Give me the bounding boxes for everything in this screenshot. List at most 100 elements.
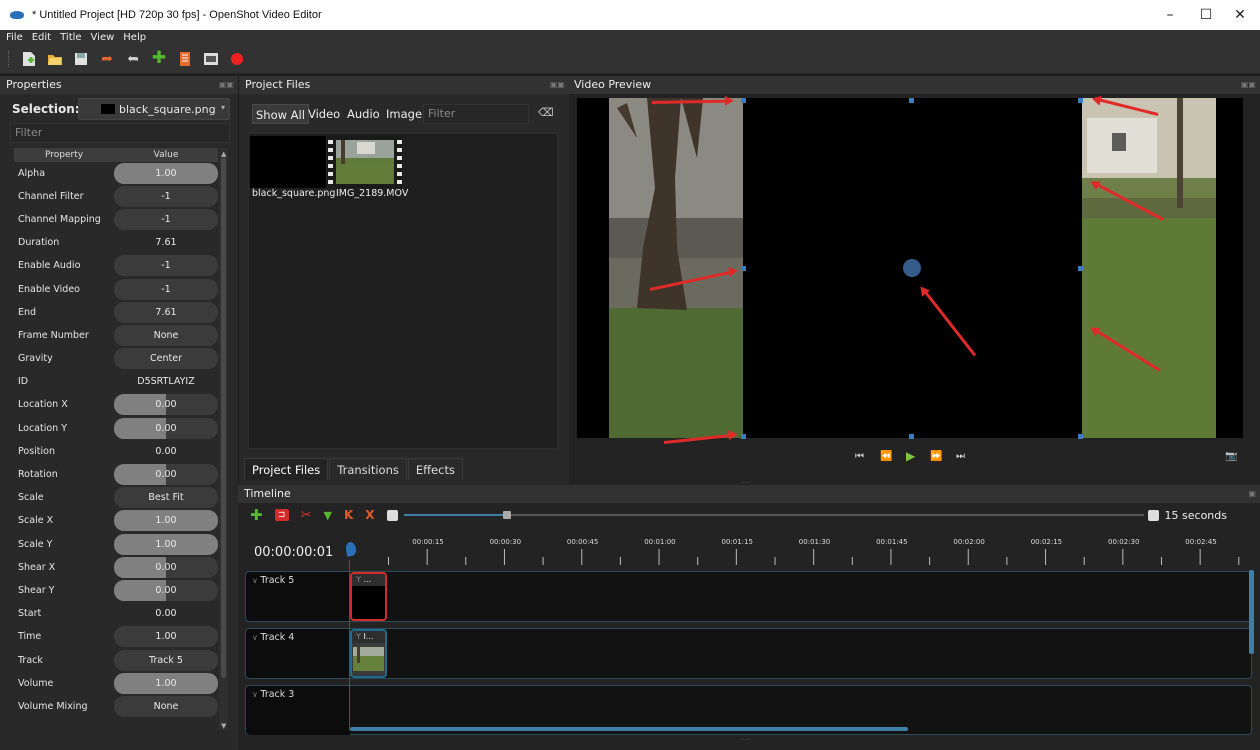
property-row[interactable]: Alpha 1.00 <box>14 162 218 186</box>
transform-handle[interactable] <box>741 434 746 439</box>
new-project-icon[interactable] <box>21 51 37 67</box>
transform-handle[interactable] <box>909 98 914 103</box>
property-value[interactable]: D5SRTLAYIZ <box>114 371 218 392</box>
property-row[interactable]: Location Y 0.00 <box>14 417 218 441</box>
filter-video-button[interactable]: Video <box>308 104 340 124</box>
track-5[interactable]: Track 5 <box>245 571 1252 622</box>
clear-filter-icon[interactable]: ⌫ <box>538 106 554 119</box>
transform-handle[interactable] <box>741 266 746 271</box>
play-icon[interactable]: ▶ <box>906 449 915 463</box>
property-value[interactable]: 1.00 <box>114 626 218 648</box>
tab-transitions[interactable]: Transitions <box>329 458 407 480</box>
redo-icon[interactable]: ➦ <box>125 51 141 67</box>
property-row[interactable]: Shear X 0.00 <box>14 556 218 580</box>
properties-scrollbar[interactable]: ▲ ▼ <box>219 148 228 730</box>
previous-marker-icon[interactable]: K <box>344 508 353 522</box>
property-value[interactable]: 1.00 <box>114 510 218 532</box>
property-value[interactable]: 1.00 <box>114 533 218 555</box>
transform-handle[interactable] <box>1078 266 1083 271</box>
timeline-vertical-scrollbar[interactable] <box>1249 570 1254 654</box>
video-preview-canvas[interactable] <box>577 98 1243 438</box>
jump-start-icon[interactable]: ⏮ <box>855 451 864 462</box>
property-value[interactable]: 0.00 <box>114 579 218 601</box>
property-row[interactable]: Shear Y 0.00 <box>14 579 218 603</box>
profile-icon[interactable] <box>177 51 193 67</box>
property-row[interactable]: Start 0.00 <box>14 603 218 626</box>
transform-handle[interactable] <box>1078 98 1083 103</box>
undo-icon[interactable]: ➦ <box>99 51 115 67</box>
property-value[interactable]: 0.00 <box>114 417 218 439</box>
transform-handle[interactable] <box>909 434 914 439</box>
properties-filter-input[interactable]: Filter <box>10 123 230 143</box>
property-value[interactable]: 0.00 <box>114 394 218 416</box>
property-value[interactable]: Track 5 <box>114 649 218 671</box>
property-value[interactable]: 1.00 <box>114 672 218 694</box>
zoom-out-icon[interactable] <box>386 509 398 521</box>
menu-file[interactable]: File <box>6 32 23 43</box>
img2189-thumbnail[interactable] <box>327 136 403 188</box>
clip-black-square[interactable]: Y ... <box>350 572 387 621</box>
export-icon[interactable] <box>203 51 219 67</box>
property-value[interactable]: -1 <box>114 278 218 300</box>
property-row[interactable]: Duration 7.61 <box>14 232 218 255</box>
property-row[interactable]: Frame Number None <box>14 324 218 348</box>
property-value[interactable]: 0.00 <box>114 441 218 462</box>
transform-handle[interactable] <box>741 98 746 103</box>
rewind-icon[interactable]: ⏪ <box>880 451 892 462</box>
dock-float-icon[interactable]: ▣ <box>1248 485 1256 503</box>
tab-effects[interactable]: Effects <box>407 458 463 480</box>
property-row[interactable]: Enable Audio -1 <box>14 255 218 278</box>
property-row[interactable]: Rotation 0.00 <box>14 463 218 487</box>
filter-audio-button[interactable]: Audio <box>347 104 380 124</box>
property-row[interactable]: Time 1.00 <box>14 626 218 649</box>
add-track-icon[interactable]: ✚ <box>250 506 263 524</box>
track-4[interactable]: Track 4 <box>245 628 1252 679</box>
camera-icon[interactable]: 📷 <box>1225 451 1237 462</box>
property-value[interactable]: -1 <box>114 185 218 207</box>
property-value[interactable]: -1 <box>114 208 218 230</box>
filter-image-button[interactable]: Image <box>386 104 422 124</box>
property-value[interactable]: None <box>114 695 218 717</box>
fast-forward-icon[interactable]: ⏩ <box>930 451 942 462</box>
clip-img2189[interactable]: Y I... <box>350 629 387 678</box>
open-project-icon[interactable] <box>47 51 63 67</box>
property-value[interactable]: 0.00 <box>114 464 218 486</box>
property-value[interactable]: 7.61 <box>114 232 218 253</box>
close-button[interactable]: ✕ <box>1222 0 1258 30</box>
add-marker-icon[interactable]: ▼ <box>323 509 331 522</box>
property-value[interactable]: 0.00 <box>114 603 218 624</box>
property-row[interactable]: Gravity Center <box>14 348 218 371</box>
property-value[interactable]: -1 <box>114 255 218 277</box>
property-row[interactable]: End 7.61 <box>14 301 218 325</box>
property-row[interactable]: Scale X 1.00 <box>14 510 218 533</box>
property-row[interactable]: ID D5SRTLAYIZ <box>14 371 218 394</box>
minimize-button[interactable]: – <box>1152 0 1188 30</box>
timeline-ruler[interactable]: 00:00:15 00:00:30 00:00:45 00:01:00 00:01:15… <box>350 535 1252 567</box>
property-row[interactable]: Location X 0.00 <box>14 394 218 418</box>
selection-dropdown[interactable]: black_square.png ▾ <box>78 98 230 120</box>
zoom-slider[interactable] <box>403 510 1144 520</box>
snap-icon[interactable]: ⊐ <box>274 509 289 521</box>
property-value[interactable]: None <box>114 324 218 346</box>
property-row[interactable]: Position 0.00 <box>14 440 218 464</box>
property-row[interactable]: Scale Best Fit <box>14 487 218 510</box>
property-row[interactable]: Volume Mixing None <box>14 695 218 719</box>
transform-handle[interactable] <box>1078 434 1083 439</box>
dock-float-icon[interactable]: ▣▣ <box>219 76 234 94</box>
filter-show-all-button[interactable]: Show All <box>252 104 309 124</box>
dock-float-icon[interactable]: ▣▣ <box>1241 76 1256 94</box>
next-marker-icon[interactable]: X <box>365 508 374 522</box>
property-row[interactable]: Volume 1.00 <box>14 672 218 696</box>
property-row[interactable]: Enable Video -1 <box>14 278 218 302</box>
menu-title[interactable]: Title <box>60 32 81 43</box>
razor-icon[interactable]: ✂ <box>301 508 312 523</box>
property-row[interactable]: Channel Mapping -1 <box>14 208 218 232</box>
black-square-thumbnail[interactable] <box>250 136 326 188</box>
record-icon[interactable] <box>229 51 245 67</box>
zoom-in-icon[interactable] <box>1147 509 1159 521</box>
menu-help[interactable]: Help <box>123 32 146 43</box>
tab-project-files[interactable]: Project Files <box>244 458 329 480</box>
dock-float-icon[interactable]: ▣▣ <box>550 76 565 94</box>
splitter-handle[interactable]: ····· <box>741 737 751 744</box>
import-files-icon[interactable]: ✚ <box>151 50 167 67</box>
